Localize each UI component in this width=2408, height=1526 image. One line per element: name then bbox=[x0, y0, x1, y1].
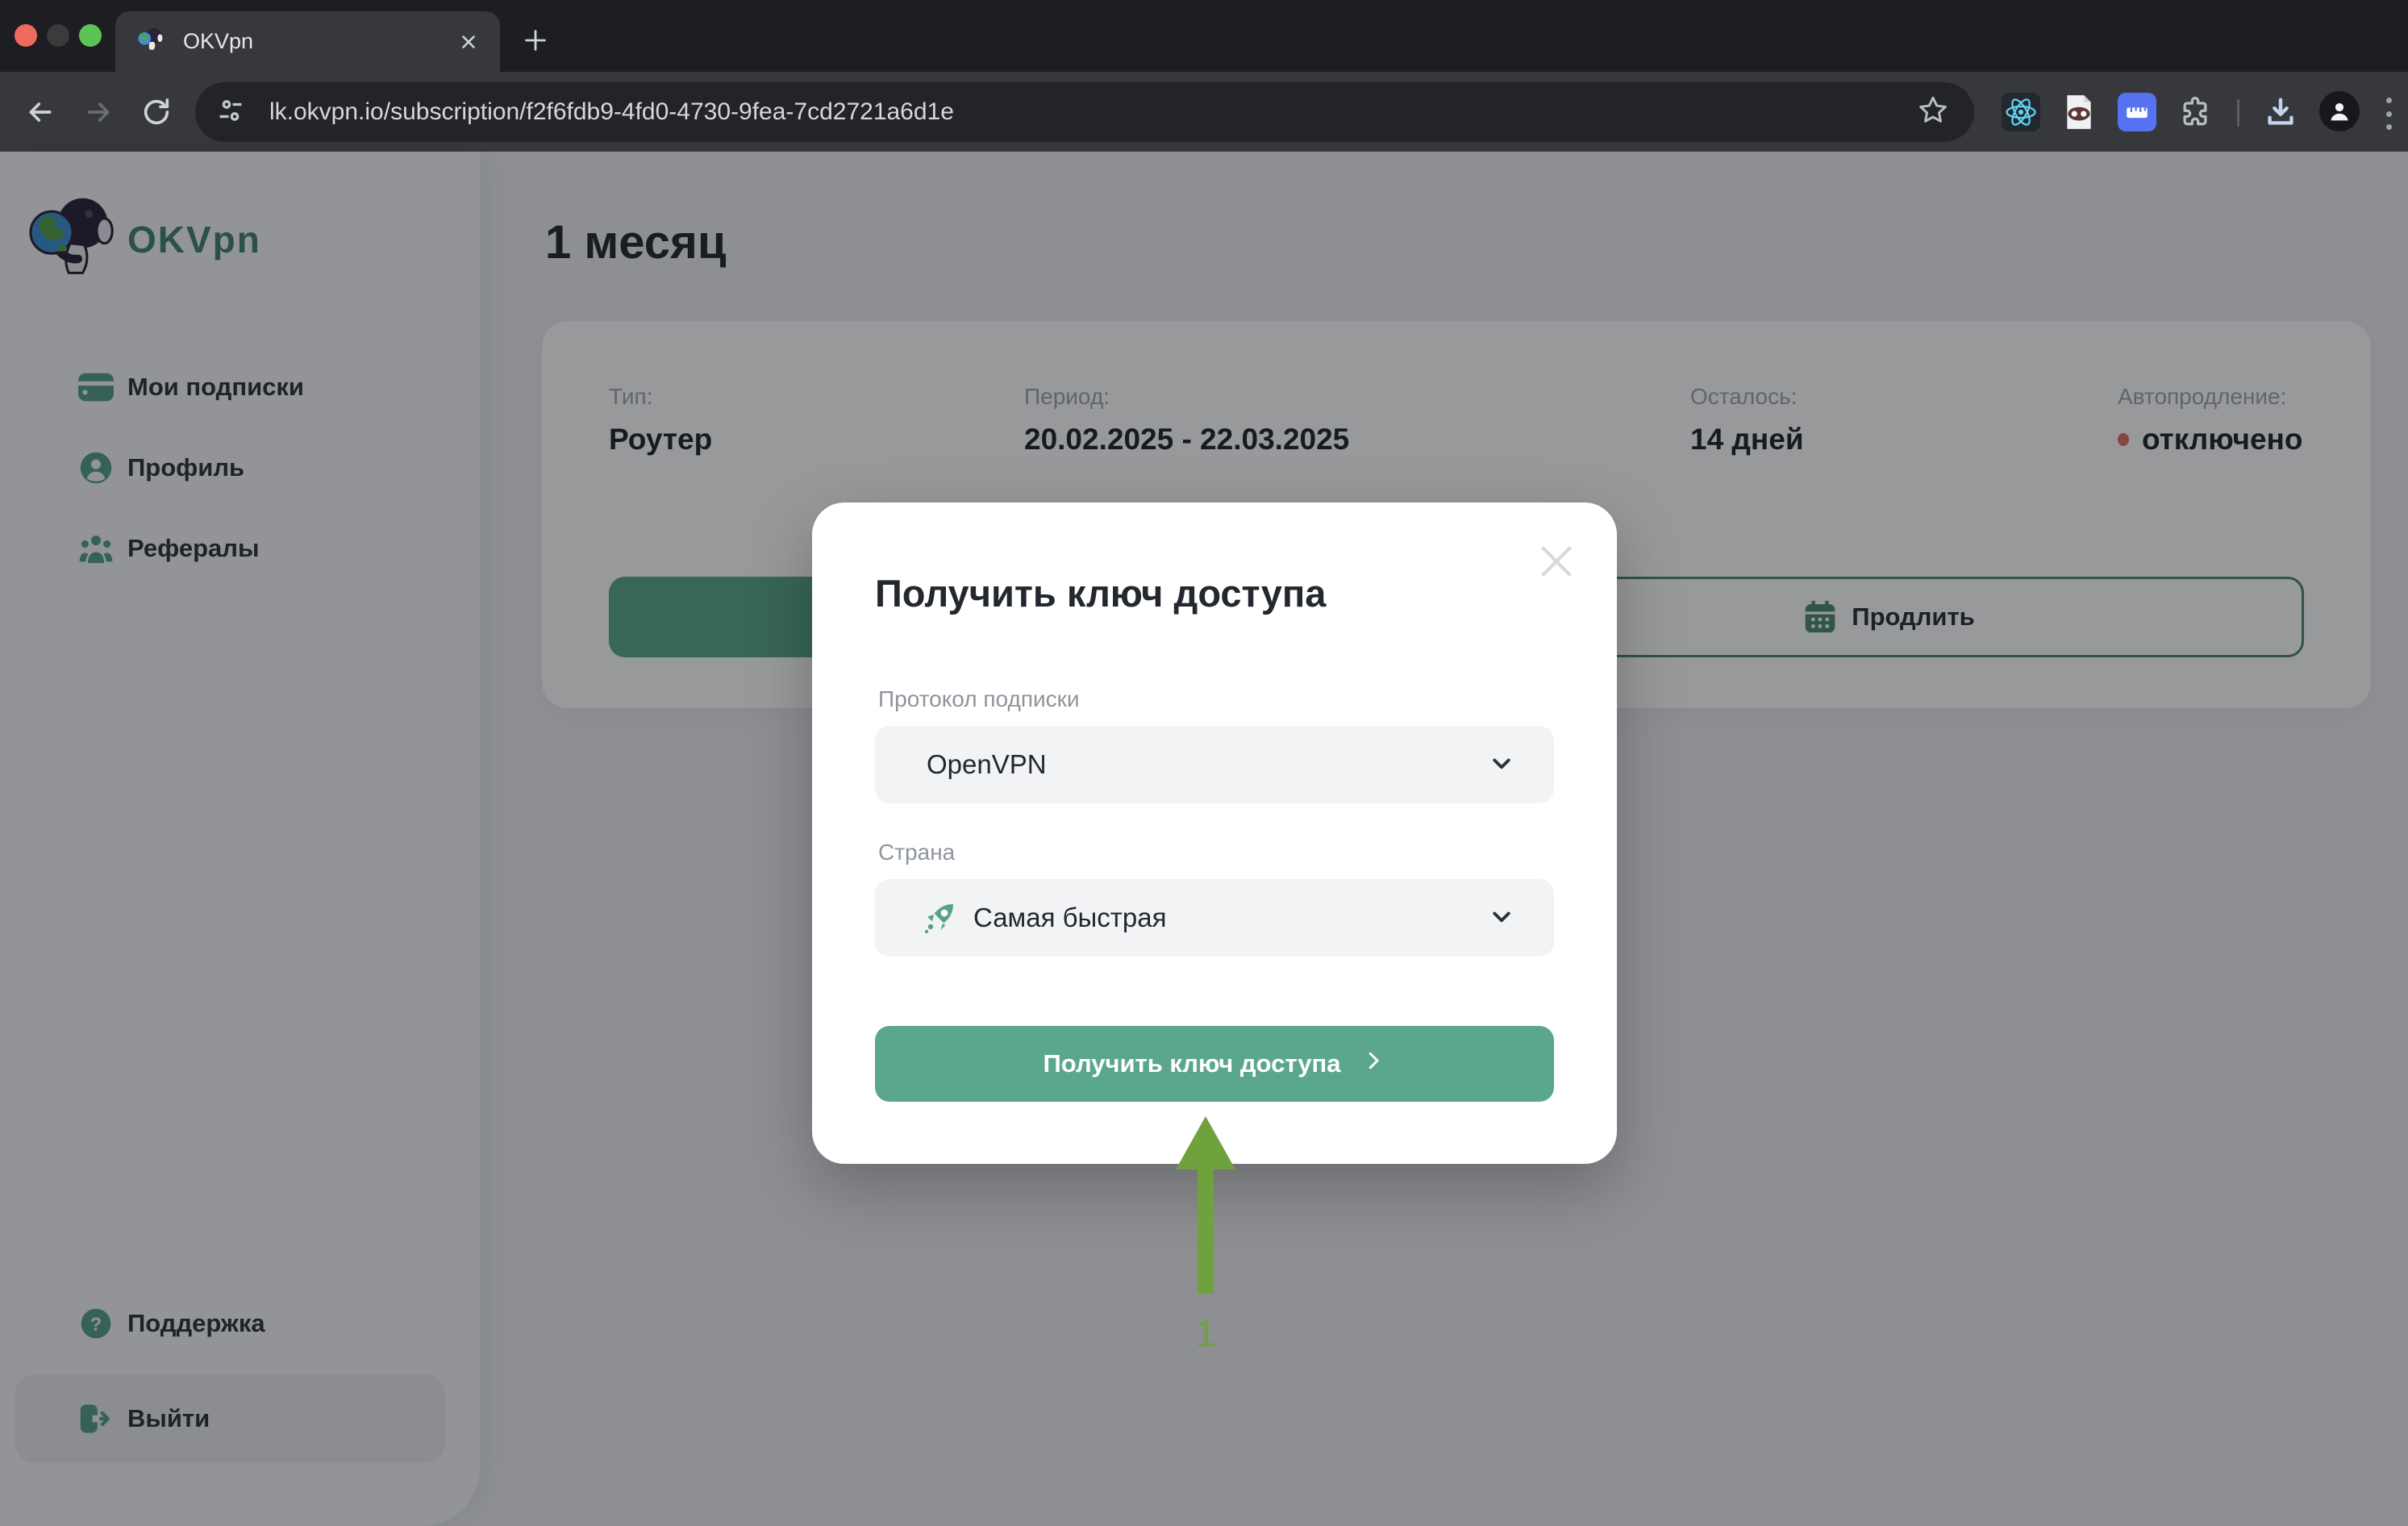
browser-menu-dots-icon[interactable] bbox=[2381, 98, 2397, 130]
modal-title: Получить ключ доступа bbox=[875, 571, 1326, 615]
back-icon[interactable] bbox=[23, 94, 58, 130]
ruler-extension-icon[interactable] bbox=[2118, 93, 2156, 131]
protocol-select[interactable]: OpenVPN bbox=[875, 726, 1554, 803]
site-info-icon[interactable] bbox=[215, 94, 247, 131]
forward-icon[interactable] bbox=[81, 94, 116, 130]
downloads-icon[interactable] bbox=[2261, 93, 2300, 131]
extensions-puzzle-icon[interactable] bbox=[2176, 93, 2214, 131]
react-devtools-extension-icon[interactable] bbox=[2002, 93, 2040, 131]
browser-window: OKVpn lk.okvpn.io/subscription/f2f6fdb9-… bbox=[0, 0, 2408, 1526]
annotation-step-number: 1 bbox=[1179, 1311, 1232, 1355]
window-zoom-button[interactable] bbox=[79, 24, 102, 47]
bookmark-star-icon[interactable] bbox=[1916, 94, 1950, 131]
protocol-value: OpenVPN bbox=[927, 749, 1047, 780]
window-minimize-button[interactable] bbox=[47, 24, 69, 47]
chevron-down-icon bbox=[1485, 746, 1519, 784]
rocket-icon bbox=[920, 899, 959, 937]
browser-toolbar: lk.okvpn.io/subscription/f2f6fdb9-4fd0-4… bbox=[0, 72, 2408, 152]
address-bar[interactable]: lk.okvpn.io/subscription/f2f6fdb9-4fd0-4… bbox=[195, 82, 1974, 142]
protocol-label: Протокол подписки bbox=[878, 686, 1080, 712]
country-value: Самая быстрая bbox=[973, 903, 1166, 933]
chevron-right-icon bbox=[1361, 1049, 1385, 1079]
toolbar-divider bbox=[2237, 99, 2239, 127]
country-label: Страна bbox=[878, 840, 955, 865]
tab-close-icon[interactable] bbox=[458, 31, 479, 52]
annotation-arrow-up bbox=[1173, 1115, 1238, 1308]
mask-document-extension-icon[interactable] bbox=[2060, 93, 2098, 131]
close-icon[interactable] bbox=[1533, 538, 1580, 585]
tab-title: OKVpn bbox=[183, 29, 458, 54]
tab-favicon bbox=[136, 26, 165, 57]
country-select[interactable]: Самая быстрая bbox=[875, 879, 1554, 957]
reload-icon[interactable] bbox=[139, 94, 174, 130]
browser-tab[interactable]: OKVpn bbox=[115, 11, 500, 72]
new-tab-button[interactable] bbox=[513, 18, 558, 63]
page-viewport: OKVpn Мои подписки Профиль Рефералы bbox=[0, 152, 2408, 1526]
browser-profile-avatar[interactable] bbox=[2319, 91, 2360, 131]
url-text: lk.okvpn.io/subscription/f2f6fdb9-4fd0-4… bbox=[269, 98, 1916, 126]
window-close-button[interactable] bbox=[15, 24, 37, 47]
chevron-down-icon bbox=[1485, 899, 1519, 937]
get-key-submit-label: Получить ключ доступа bbox=[1044, 1049, 1341, 1078]
get-key-modal: Получить ключ доступа Протокол подписки … bbox=[812, 502, 1617, 1164]
tab-bar: OKVpn bbox=[0, 0, 2408, 72]
get-key-submit-button[interactable]: Получить ключ доступа bbox=[875, 1026, 1554, 1102]
